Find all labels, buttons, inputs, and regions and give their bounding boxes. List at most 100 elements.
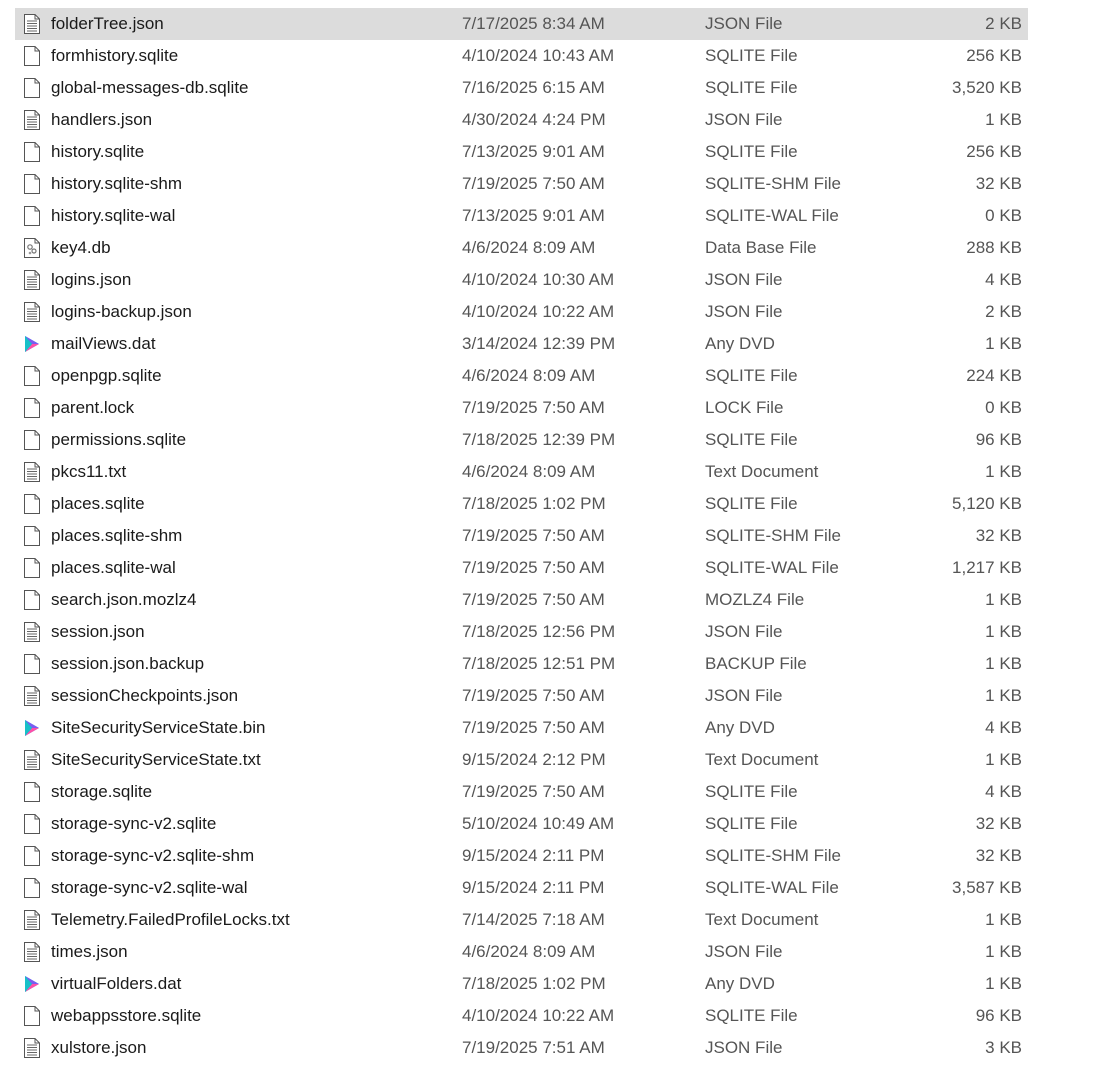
file-size: 3 KB xyxy=(985,1038,1022,1057)
file-row[interactable]: places.sqlite-wal 7/19/2025 7:50 AM SQLITE… xyxy=(15,552,1028,584)
file-row[interactable]: pkcs11.txt 4/6/2024 8:09 AM Text Document 1… xyxy=(15,456,1028,488)
file-row[interactable]: handlers.json 4/30/2024 4:24 PM JSON File 1… xyxy=(15,104,1028,136)
database-file-icon xyxy=(23,232,41,264)
file-name: storage-sync-v2.sqlite-wal xyxy=(51,878,248,897)
file-row[interactable]: permissions.sqlite 7/18/2025 12:39 PM SQLI… xyxy=(15,424,1028,456)
file-row[interactable]: sessionCheckpoints.json 7/19/2025 7:50 AM… xyxy=(15,680,1028,712)
file-type: JSON File xyxy=(705,686,783,705)
file-size: 32 KB xyxy=(975,814,1022,833)
file-row[interactable]: folderTree.json 7/17/2025 8:34 AM JSON Fil… xyxy=(15,8,1028,40)
file-date-modified: 7/14/2025 7:18 AM xyxy=(462,910,605,929)
lined-doc-icon xyxy=(23,744,41,776)
file-name: history.sqlite-wal xyxy=(51,206,176,225)
file-row[interactable]: webappsstore.sqlite 4/10/2024 10:22 AM SQL… xyxy=(15,1000,1028,1032)
lined-doc-icon xyxy=(23,1032,41,1064)
file-name: xulstore.json xyxy=(51,1038,147,1057)
lined-doc-icon xyxy=(23,680,41,712)
file-type: JSON File xyxy=(705,110,783,129)
file-date-modified: 7/18/2025 12:56 PM xyxy=(462,622,616,641)
file-row[interactable]: logins-backup.json 4/10/2024 10:22 AM JSON… xyxy=(15,296,1028,328)
file-row[interactable]: mailViews.dat 3/14/2024 12:39 PM Any DVD 1 … xyxy=(15,328,1028,360)
file-row[interactable]: openpgp.sqlite 4/6/2024 8:09 AM SQLITE Fil… xyxy=(15,360,1028,392)
file-row[interactable]: global-messages-db.sqlite 7/16/2025 6:15 … xyxy=(15,72,1028,104)
file-name: history.sqlite xyxy=(51,142,145,161)
blank-doc-icon xyxy=(23,360,41,392)
file-row[interactable]: storage-sync-v2.sqlite-wal 9/15/2024 2:11… xyxy=(15,872,1028,904)
file-row[interactable]: SiteSecurityServiceState.bin 7/19/2025 7:… xyxy=(15,712,1028,744)
file-date-modified: 4/10/2024 10:30 AM xyxy=(462,270,615,289)
file-row[interactable]: storage-sync-v2.sqlite 5/10/2024 10:49 AM… xyxy=(15,808,1028,840)
file-row[interactable]: parent.lock 7/19/2025 7:50 AM LOCK File 0 K… xyxy=(15,392,1028,424)
file-size: 1 KB xyxy=(985,334,1022,353)
file-date-modified: 9/15/2024 2:11 PM xyxy=(462,878,605,897)
file-row[interactable]: Telemetry.FailedProfileLocks.txt 7/14/202… xyxy=(15,904,1028,936)
file-row[interactable]: history.sqlite 7/13/2025 9:01 AM SQLITE Fi… xyxy=(15,136,1028,168)
file-row[interactable]: session.json 7/18/2025 12:56 PM JSON File 1… xyxy=(15,616,1028,648)
file-name: parent.lock xyxy=(51,398,135,417)
file-type: BACKUP File xyxy=(705,654,807,673)
file-row[interactable]: history.sqlite-wal 7/13/2025 9:01 AM SQLIT… xyxy=(15,200,1028,232)
blank-doc-icon xyxy=(23,648,41,680)
file-row[interactable]: xulstore.json 7/19/2025 7:51 AM JSON File 3… xyxy=(15,1032,1028,1064)
file-row[interactable]: SiteSecurityServiceState.txt 9/15/2024 2:… xyxy=(15,744,1028,776)
file-name: places.sqlite-wal xyxy=(51,558,176,577)
file-type: SQLITE-WAL File xyxy=(705,558,839,577)
file-row[interactable]: times.json 4/6/2024 8:09 AM JSON File 1 KB xyxy=(15,936,1028,968)
file-size: 1,217 KB xyxy=(952,558,1022,577)
file-name: mailViews.dat xyxy=(51,334,156,353)
file-size: 1 KB xyxy=(985,462,1022,481)
file-type: JSON File xyxy=(705,270,783,289)
lined-doc-icon xyxy=(23,104,41,136)
file-row[interactable]: storage.sqlite 7/19/2025 7:50 AM SQLITE Fi… xyxy=(15,776,1028,808)
file-date-modified: 7/17/2025 8:34 AM xyxy=(462,14,605,33)
file-type: JSON File xyxy=(705,14,783,33)
file-row[interactable]: session.json.backup 7/18/2025 12:51 PM BAC… xyxy=(15,648,1028,680)
file-date-modified: 7/19/2025 7:50 AM xyxy=(462,782,605,801)
file-type: Text Document xyxy=(705,462,819,481)
lined-doc-icon xyxy=(23,296,41,328)
file-row[interactable]: history.sqlite-shm 7/19/2025 7:50 AM SQLIT… xyxy=(15,168,1028,200)
lined-doc-icon xyxy=(23,456,41,488)
file-type: SQLITE File xyxy=(705,1006,798,1025)
file-list: folderTree.json 7/17/2025 8:34 AM JSON Fil… xyxy=(15,8,1028,1064)
blank-doc-icon xyxy=(23,1000,41,1032)
file-name: storage-sync-v2.sqlite-shm xyxy=(51,846,255,865)
file-name: session.json.backup xyxy=(51,654,205,673)
blank-doc-icon xyxy=(23,40,41,72)
file-date-modified: 4/30/2024 4:24 PM xyxy=(462,110,606,129)
file-name: storage-sync-v2.sqlite xyxy=(51,814,217,833)
file-size: 5,120 KB xyxy=(952,494,1022,513)
file-row[interactable]: logins.json 4/10/2024 10:30 AM JSON File 4 … xyxy=(15,264,1028,296)
file-date-modified: 7/19/2025 7:50 AM xyxy=(462,398,605,417)
file-type: Text Document xyxy=(705,910,819,929)
file-size: 0 KB xyxy=(985,398,1022,417)
file-date-modified: 4/10/2024 10:43 AM xyxy=(462,46,615,65)
file-type: SQLITE File xyxy=(705,142,798,161)
file-name: SiteSecurityServiceState.txt xyxy=(51,750,261,769)
file-row[interactable]: key4.db 4/6/2024 8:09 AM Data Base File 288… xyxy=(15,232,1028,264)
file-row[interactable]: search.json.mozlz4 7/19/2025 7:50 AM MOZLZ… xyxy=(15,584,1028,616)
file-type: Data Base File xyxy=(705,238,817,257)
blank-doc-icon xyxy=(23,424,41,456)
file-size: 224 KB xyxy=(966,366,1022,385)
anydvd-icon xyxy=(23,712,41,744)
file-name: key4.db xyxy=(51,238,111,257)
lined-doc-icon xyxy=(23,264,41,296)
file-row[interactable]: places.sqlite 7/18/2025 1:02 PM SQLITE Fil… xyxy=(15,488,1028,520)
file-type: SQLITE-WAL File xyxy=(705,206,839,225)
file-name: Telemetry.FailedProfileLocks.txt xyxy=(51,910,290,929)
file-name: history.sqlite-shm xyxy=(51,174,182,193)
file-type: MOZLZ4 File xyxy=(705,590,805,609)
file-name: formhistory.sqlite xyxy=(51,46,179,65)
file-size: 96 KB xyxy=(975,1006,1022,1025)
lined-doc-icon xyxy=(23,8,41,40)
blank-doc-icon xyxy=(23,552,41,584)
file-type: JSON File xyxy=(705,1038,783,1057)
anydvd-icon xyxy=(23,968,41,1000)
file-row[interactable]: formhistory.sqlite 4/10/2024 10:43 AM SQLI… xyxy=(15,40,1028,72)
file-row[interactable]: storage-sync-v2.sqlite-shm 9/15/2024 2:11… xyxy=(15,840,1028,872)
file-date-modified: 7/19/2025 7:50 AM xyxy=(462,526,605,545)
file-size: 2 KB xyxy=(985,14,1022,33)
file-row[interactable]: virtualFolders.dat 7/18/2025 1:02 PM Any D… xyxy=(15,968,1028,1000)
file-row[interactable]: places.sqlite-shm 7/19/2025 7:50 AM SQLITE… xyxy=(15,520,1028,552)
